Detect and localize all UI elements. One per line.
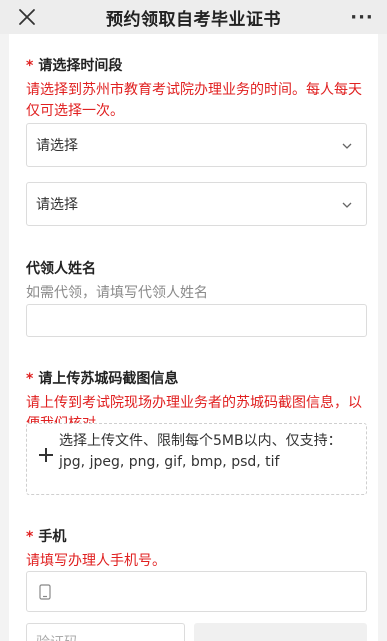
proxy-hint: 如需代领，请填写代领人姓名 (26, 285, 208, 301)
time-label: 请选择时间段 (38, 58, 123, 74)
phone-label-row: * 手机 (26, 527, 367, 547)
time-select-2[interactable]: 请选择 (26, 182, 367, 226)
required-mark: * (26, 529, 34, 545)
upload-label: 请上传苏城码截图信息 (38, 371, 179, 387)
time-hint: 请选择到苏州市教育考试院办理业务的时间。每人每天仅可选择一次。 (26, 82, 362, 119)
phone-input[interactable] (26, 571, 367, 612)
chevron-down-icon (342, 202, 352, 208)
phone-label: 手机 (38, 529, 67, 545)
form-card: * 请选择时间段 请选择到苏州市教育考试院办理业务的时间。每人每天仅可选择一次。 … (9, 34, 378, 641)
mobile-phone-icon (39, 584, 51, 600)
required-mark: * (26, 58, 34, 74)
proxy-section: 代领人姓名 如需代领，请填写代领人姓名 (26, 259, 367, 303)
page-title: 预约领取自考毕业证书 (106, 9, 281, 30)
upload-instructions: 选择上传文件、限制每个5MB以内、仅支持：jpg, jpeg, png, gif… (59, 433, 342, 470)
more-menu-icon[interactable]: ··· (349, 4, 375, 30)
plus-icon (39, 448, 53, 462)
top-bar: 预约领取自考毕业证书 ··· (0, 0, 387, 34)
verification-code-input[interactable]: 验证码 (26, 623, 185, 641)
time-select-1-value: 请选择 (36, 138, 78, 154)
time-section: * 请选择时间段 请选择到苏州市教育考试院办理业务的时间。每人每天仅可选择一次。 (26, 56, 367, 122)
upload-label-row: * 请上传苏城码截图信息 (26, 369, 367, 389)
get-code-button[interactable] (194, 623, 367, 641)
phone-hint: 请填写办理人手机号。 (26, 553, 166, 569)
proxy-name-input[interactable] (26, 304, 367, 337)
time-label-row: * 请选择时间段 (26, 56, 367, 76)
time-select-2-value: 请选择 (36, 197, 78, 213)
time-select-1[interactable]: 请选择 (26, 123, 367, 167)
close-icon[interactable] (14, 4, 40, 30)
file-upload-area[interactable]: 选择上传文件、限制每个5MB以内、仅支持：jpg, jpeg, png, gif… (26, 423, 367, 495)
required-mark: * (26, 371, 34, 387)
proxy-label: 代领人姓名 (26, 261, 96, 277)
chevron-down-icon (342, 143, 352, 149)
phone-section: * 手机 请填写办理人手机号。 (26, 527, 367, 572)
